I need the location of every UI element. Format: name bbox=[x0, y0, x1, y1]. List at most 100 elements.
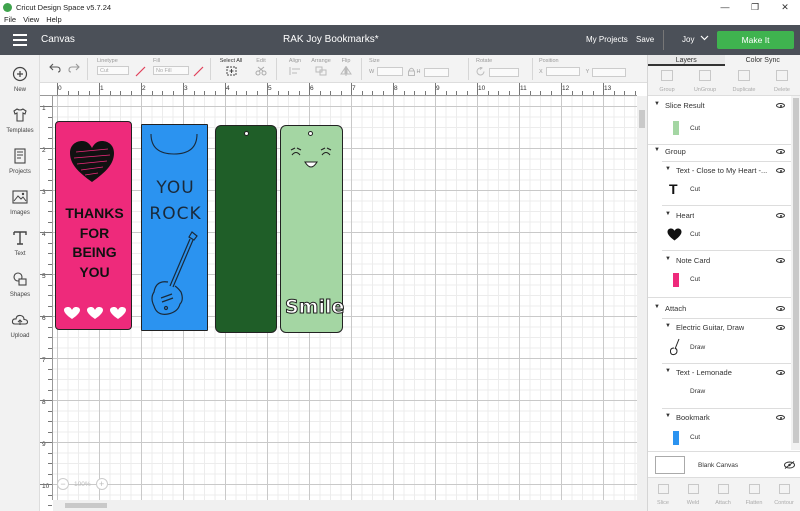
tab-layers[interactable]: Layers bbox=[648, 55, 725, 66]
layer-bookmark[interactable]: ▼ Bookmark bbox=[648, 412, 791, 424]
flip-button[interactable]: Flip bbox=[336, 58, 356, 78]
bookmark-smile[interactable]: Smile bbox=[280, 125, 345, 333]
caret-down-icon[interactable]: ▼ bbox=[665, 256, 671, 262]
fill-dropdown[interactable]: Fill No Fill bbox=[153, 58, 189, 75]
scroll-thumb[interactable] bbox=[793, 98, 799, 443]
layer-group-attach[interactable]: ▼ Attach bbox=[648, 303, 791, 315]
layer-note-card[interactable]: ▼ Note Card bbox=[648, 255, 791, 267]
sidebar-item-upload[interactable]: Upload bbox=[0, 312, 40, 339]
vertical-scrollbar[interactable] bbox=[637, 96, 647, 511]
minimize-button[interactable]: — bbox=[710, 0, 740, 14]
contour-button[interactable]: Contour bbox=[769, 482, 799, 506]
bookmark-dark-green[interactable] bbox=[215, 125, 277, 333]
ungroup-button[interactable]: UnGroup bbox=[686, 68, 724, 93]
sidebar-item-new[interactable]: New bbox=[0, 66, 40, 93]
linetype-color-swatch[interactable] bbox=[135, 66, 146, 77]
save-link[interactable]: Save bbox=[636, 35, 654, 44]
design-canvas[interactable]: THANKS FOR BEING YOU YOU ROCK Smile bbox=[53, 96, 637, 500]
user-menu[interactable]: Joy bbox=[682, 35, 694, 44]
scroll-thumb[interactable] bbox=[65, 503, 107, 508]
layer-item[interactable]: Draw bbox=[648, 338, 791, 358]
menu-view[interactable]: View bbox=[23, 15, 39, 24]
hamburger-menu-icon[interactable] bbox=[13, 34, 27, 46]
menu-file[interactable]: File bbox=[4, 15, 16, 24]
close-window-button[interactable]: ✕ bbox=[770, 0, 800, 14]
undo-icon[interactable] bbox=[49, 63, 61, 75]
duplicate-button[interactable]: Duplicate bbox=[725, 68, 763, 93]
chevron-down-icon[interactable] bbox=[700, 33, 709, 44]
redo-icon[interactable] bbox=[68, 63, 80, 75]
eye-hidden-icon[interactable] bbox=[784, 461, 795, 469]
layer-group-group[interactable]: ▼ Group bbox=[648, 146, 791, 158]
y-input[interactable] bbox=[592, 68, 627, 77]
eye-icon[interactable] bbox=[776, 149, 785, 154]
caret-down-icon[interactable]: ▼ bbox=[665, 166, 671, 172]
eye-icon[interactable] bbox=[776, 325, 785, 330]
caret-down-icon[interactable]: ▼ bbox=[654, 101, 660, 107]
weld-button[interactable]: Weld bbox=[678, 482, 708, 506]
caret-down-icon[interactable]: ▼ bbox=[654, 147, 660, 153]
height-input[interactable] bbox=[423, 68, 449, 77]
layer-electric-guitar[interactable]: ▼ Electric Guitar, Draw bbox=[648, 322, 791, 334]
eye-icon[interactable] bbox=[776, 103, 785, 108]
slice-button[interactable]: Slice bbox=[648, 482, 678, 506]
rotate-input[interactable] bbox=[489, 68, 519, 77]
bookmark-you-rock[interactable]: YOU ROCK bbox=[141, 124, 208, 331]
layer-text-close-to-my-heart[interactable]: ▼ Text - Close to My Heart -... bbox=[648, 165, 791, 177]
eye-icon[interactable] bbox=[776, 213, 785, 218]
eye-icon[interactable] bbox=[776, 168, 785, 173]
ruler-tick bbox=[57, 83, 58, 95]
attach-button[interactable]: Attach bbox=[708, 482, 738, 506]
eye-icon[interactable] bbox=[776, 415, 785, 420]
flatten-icon bbox=[748, 484, 760, 494]
caret-down-icon[interactable]: ▼ bbox=[665, 368, 671, 374]
sidebar-item-shapes[interactable]: Shapes bbox=[0, 271, 40, 298]
flatten-button[interactable]: Flatten bbox=[739, 482, 769, 506]
sidebar-item-projects[interactable]: Projects bbox=[0, 148, 40, 175]
eye-icon[interactable] bbox=[776, 370, 785, 375]
lock-icon[interactable] bbox=[407, 67, 415, 76]
group-button[interactable]: Group bbox=[648, 68, 686, 93]
layer-item[interactable]: Cut bbox=[648, 271, 791, 291]
layer-item[interactable]: Cut bbox=[648, 226, 791, 244]
layer-item[interactable]: Cut bbox=[648, 118, 791, 142]
layer-text-lemonade[interactable]: ▼ Text - Lemonade bbox=[648, 367, 791, 379]
bookmark-thanks[interactable]: THANKS FOR BEING YOU bbox=[55, 121, 132, 330]
layer-item[interactable]: Draw bbox=[648, 385, 791, 401]
zoom-out-button[interactable]: − bbox=[57, 478, 69, 490]
layers-scrollbar[interactable] bbox=[791, 96, 800, 450]
scroll-thumb[interactable] bbox=[639, 110, 645, 128]
zoom-in-button[interactable]: + bbox=[95, 478, 108, 490]
blank-canvas-swatch[interactable] bbox=[655, 456, 685, 474]
edit-button[interactable]: Edit bbox=[250, 58, 272, 78]
my-projects-link[interactable]: My Projects bbox=[586, 35, 628, 44]
sidebar-label: Images bbox=[10, 210, 30, 216]
sidebar-item-text[interactable]: Text bbox=[0, 230, 40, 257]
layer-group-slice-result[interactable]: ▼ Slice Result bbox=[648, 100, 791, 112]
linetype-dropdown[interactable]: Linetype Cut bbox=[97, 58, 129, 75]
width-input[interactable] bbox=[377, 67, 403, 76]
delete-button[interactable]: Delete bbox=[763, 68, 800, 93]
eye-icon[interactable] bbox=[776, 306, 785, 311]
fill-color-swatch[interactable] bbox=[193, 66, 204, 77]
align-button[interactable]: Align bbox=[284, 58, 306, 78]
maximize-button[interactable]: ❐ bbox=[740, 0, 770, 14]
make-it-button[interactable]: Make It bbox=[717, 31, 794, 49]
layer-heart[interactable]: ▼ Heart bbox=[648, 210, 791, 222]
arrange-button[interactable]: Arrange bbox=[308, 58, 334, 78]
menu-help[interactable]: Help bbox=[46, 15, 61, 24]
caret-down-icon[interactable]: ▼ bbox=[665, 323, 671, 329]
x-input[interactable] bbox=[545, 67, 580, 76]
sidebar-item-images[interactable]: Images bbox=[0, 189, 40, 216]
select-all-button[interactable]: Select All bbox=[218, 58, 244, 78]
horizontal-scrollbar[interactable] bbox=[53, 500, 637, 511]
sidebar-item-templates[interactable]: Templates bbox=[0, 107, 40, 134]
blank-canvas-row[interactable]: Blank Canvas bbox=[648, 451, 800, 477]
eye-icon[interactable] bbox=[776, 258, 785, 263]
caret-down-icon[interactable]: ▼ bbox=[665, 413, 671, 419]
layer-item[interactable]: Cut bbox=[648, 429, 791, 449]
tab-color-sync[interactable]: Color Sync bbox=[725, 55, 800, 66]
caret-down-icon[interactable]: ▼ bbox=[654, 304, 660, 310]
layer-item[interactable]: T Cut bbox=[648, 181, 791, 199]
caret-down-icon[interactable]: ▼ bbox=[665, 211, 671, 217]
